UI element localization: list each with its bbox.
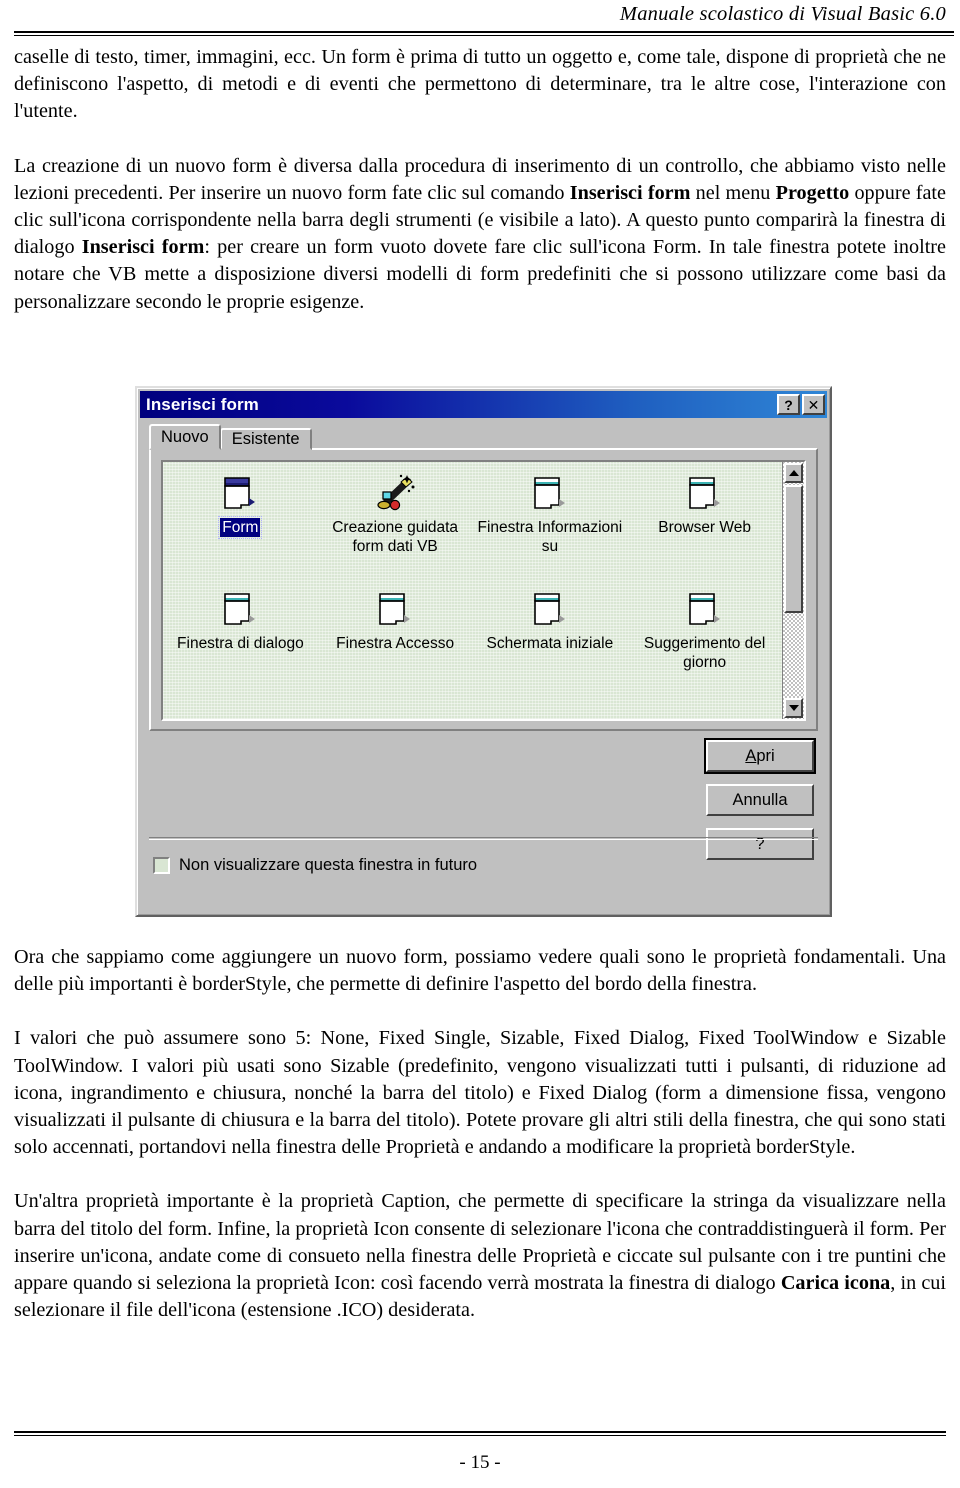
term-progetto: Progetto: [775, 181, 850, 204]
dialog-title: Inserisci form: [146, 394, 259, 414]
list-item-label: Finestra Informazioni su: [477, 519, 623, 555]
dialog-tabstrip: Nuovo Esistente: [149, 424, 312, 450]
inserisci-form-dialog: Inserisci form ? ✕ Nuovo Esistente Form …: [135, 386, 832, 917]
term-inserisci-form-dialog: Inserisci form: [81, 236, 205, 259]
list-item-label: Form: [218, 516, 263, 539]
open-button-accel: A: [745, 746, 757, 765]
paragraph-5: Un'altra proprietà importante è la propr…: [14, 1188, 946, 1324]
list-item-label: Browser Web: [658, 519, 751, 536]
scroll-down-icon[interactable]: [784, 698, 803, 718]
dialog-bottom-divider: [149, 837, 818, 840]
tab-esistente[interactable]: Esistente: [219, 428, 312, 450]
paragraph-3: Ora che sappiamo come aggiungere un nuov…: [14, 946, 946, 996]
scrollbar-thumb[interactable]: [784, 485, 803, 613]
document-body: caselle di testo, timer, immagini, ecc. …: [14, 44, 946, 316]
paragraph-2-seg2: nel menu: [690, 181, 776, 204]
list-item[interactable]: Creazione guidata form dati VB: [318, 470, 473, 582]
list-item[interactable]: Suggerimento del giorno: [627, 586, 782, 698]
term-carica-icona: Carica icona: [780, 1272, 891, 1295]
list-item-label: Finestra Accesso: [336, 635, 455, 652]
paragraph-4: I valori che può assumere sono 5: None, …: [14, 1027, 946, 1159]
form-icon: [374, 590, 416, 630]
template-listbox-content: Form Creazione guidata form dati VB Fine…: [163, 462, 782, 719]
wizard-wand-icon: [374, 474, 416, 514]
list-item-label: Finestra di dialogo: [177, 635, 304, 652]
dont-show-again-label: Non visualizzare questa finestra in futu…: [179, 856, 478, 874]
page-number: - 15 -: [459, 1452, 501, 1473]
paragraph-2: La creazione di un nuovo form è diversa …: [14, 153, 946, 316]
list-item[interactable]: Browser Web: [627, 470, 782, 582]
form-icon: [219, 474, 261, 514]
close-icon[interactable]: ✕: [802, 394, 825, 415]
header-divider: [14, 31, 954, 36]
open-button[interactable]: Apri: [706, 740, 814, 772]
list-item-label: Schermata iniziale: [486, 635, 614, 652]
list-item-label: Creazione guidata form dati VB: [332, 519, 459, 555]
form-icon: [219, 590, 261, 630]
footer-divider: [14, 1431, 946, 1436]
tab-nuovo[interactable]: Nuovo: [149, 424, 221, 450]
dont-show-again-checkbox[interactable]: [153, 857, 170, 874]
dialog-titlebar: Inserisci form ? ✕: [140, 391, 827, 418]
list-item-label: Suggerimento del giorno: [643, 635, 766, 671]
listbox-vertical-scrollbar[interactable]: [782, 462, 804, 719]
page-running-header: Manuale scolastico di Visual Basic 6.0: [0, 0, 960, 34]
form-icon: [684, 474, 726, 514]
form-icon: [529, 474, 571, 514]
paragraph-1-lead: caselle di testo, timer, immagini, ecc.: [14, 46, 322, 68]
help-titlebar-button[interactable]: ?: [777, 394, 800, 415]
inserisci-form-dialog-figure: Inserisci form ? ✕ Nuovo Esistente Form …: [135, 386, 832, 917]
form-icon: [529, 590, 571, 630]
scroll-up-icon[interactable]: [784, 463, 803, 483]
cancel-button[interactable]: Annulla: [706, 784, 814, 816]
dont-show-again-row[interactable]: Non visualizzare questa finestra in futu…: [153, 856, 477, 875]
template-listbox[interactable]: Form Creazione guidata form dati VB Fine…: [161, 460, 806, 721]
list-item[interactable]: Form: [163, 470, 318, 582]
dialog-tab-panel: Form Creazione guidata form dati VB Fine…: [149, 448, 818, 731]
document-body-lower: Ora che sappiamo come aggiungere un nuov…: [14, 944, 946, 1324]
list-item[interactable]: Finestra di dialogo: [163, 586, 318, 698]
list-item[interactable]: Finestra Informazioni su: [473, 470, 628, 582]
dialog-button-column: Apri Annulla ?: [706, 740, 814, 860]
list-item[interactable]: Schermata iniziale: [473, 586, 628, 698]
header-title: Manuale scolastico di Visual Basic 6.0: [619, 3, 946, 25]
paragraph-1: caselle di testo, timer, immagini, ecc. …: [14, 44, 946, 126]
list-item[interactable]: Finestra Accesso: [318, 586, 473, 698]
template-icon-grid: Form Creazione guidata form dati VB Fine…: [163, 470, 782, 698]
help-button[interactable]: ?: [706, 828, 814, 860]
open-button-rest: pri: [756, 746, 775, 765]
form-icon: [684, 590, 726, 630]
term-inserisci-form: Inserisci form: [569, 181, 691, 204]
